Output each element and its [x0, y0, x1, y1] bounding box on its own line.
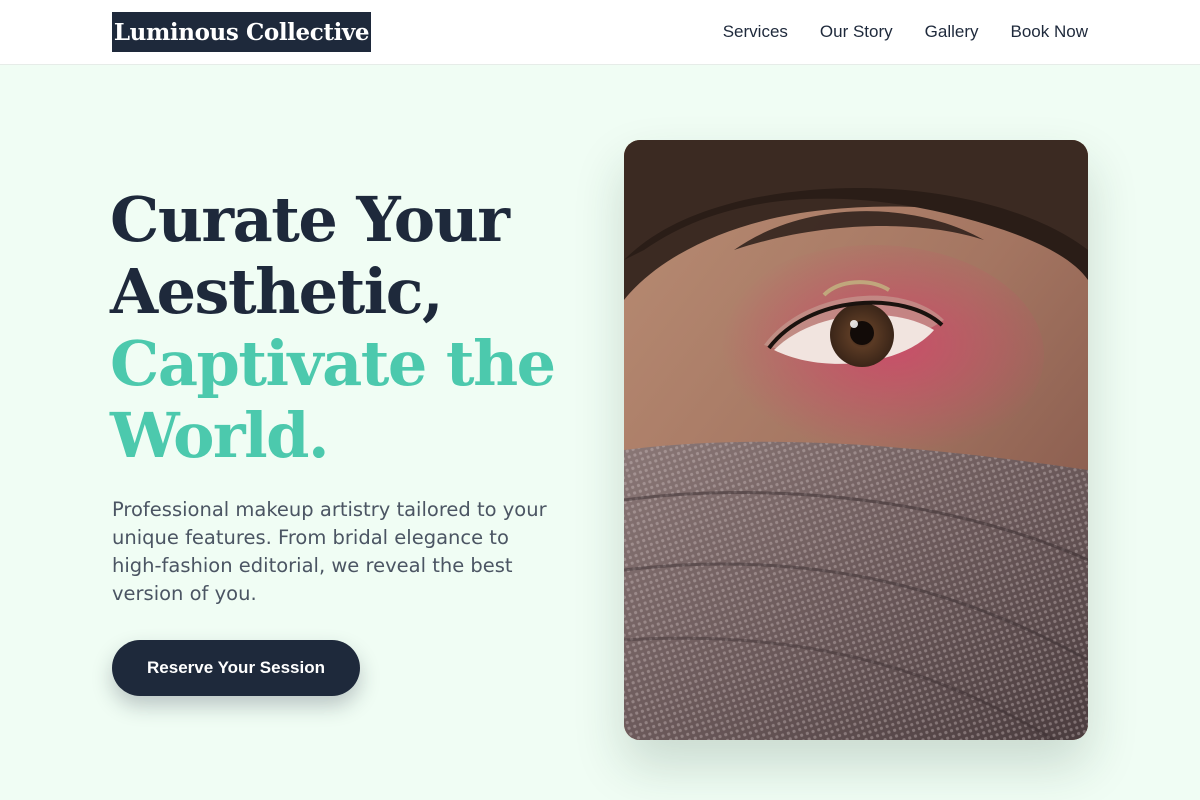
- brand-logo[interactable]: Luminous Collective: [112, 12, 371, 52]
- nav-link-gallery[interactable]: Gallery: [925, 22, 979, 42]
- nav-link-our-story[interactable]: Our Story: [820, 22, 893, 42]
- hero-photo: [624, 140, 1088, 740]
- makeup-eye-photo: [624, 140, 1088, 740]
- nav-link-book-now[interactable]: Book Now: [1011, 22, 1088, 42]
- reserve-session-button[interactable]: Reserve Your Session: [112, 640, 360, 696]
- hero-title-accent-line: World.: [110, 399, 330, 472]
- hero-title-accent-line: Captivate the: [110, 327, 556, 400]
- main-nav: Services Our Story Gallery Book Now: [723, 0, 1088, 64]
- site-header: Luminous Collective Services Our Story G…: [0, 0, 1200, 65]
- hero-description: Professional makeup artistry tailored to…: [112, 498, 547, 605]
- nav-link-services[interactable]: Services: [723, 22, 788, 42]
- hero-title-line: Curate Your: [110, 183, 510, 256]
- hero-title: Curate Your Aesthetic, Captivate the Wor…: [110, 184, 580, 472]
- hero-title-line: Aesthetic,: [110, 255, 444, 328]
